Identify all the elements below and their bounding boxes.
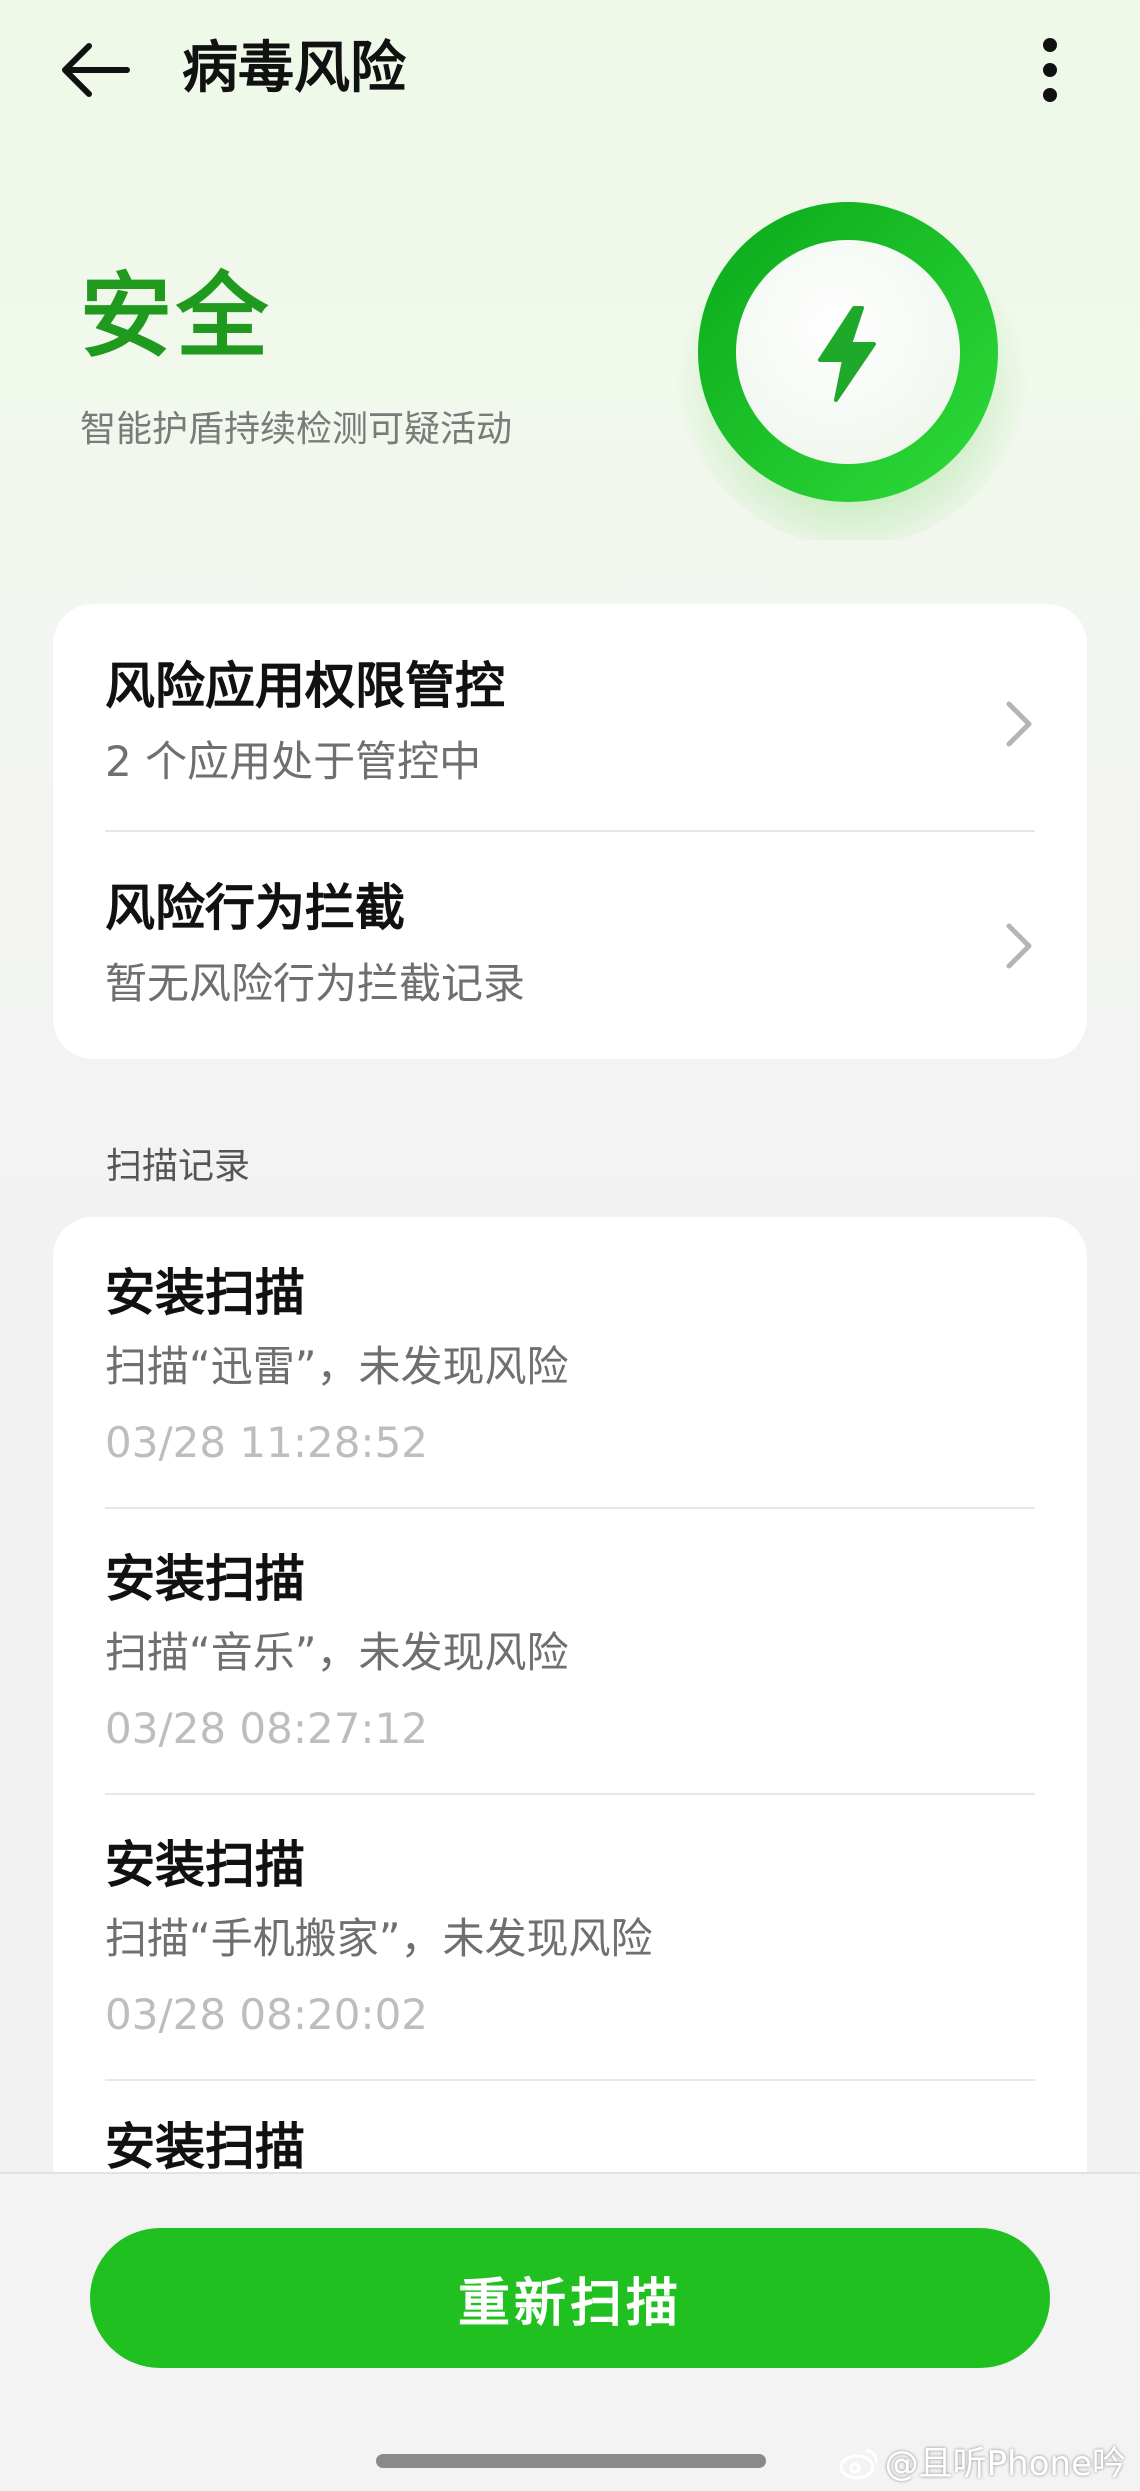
scan-record-title: 安装扫描 [105, 1264, 305, 1322]
risk-behavior-block-item[interactable]: 风险行为拦截 暂无风险行为拦截记录 [53, 826, 1087, 1048]
scan-record-time: 03/28 11:28:52 [105, 1418, 429, 1467]
scan-record-description: 扫描“手机搬家”，未发现风险 [105, 1914, 653, 1963]
protection-shield-graphic [672, 180, 1032, 546]
risk-item-title: 风险行为拦截 [105, 879, 405, 937]
risk-control-card: 风险应用权限管控 2 个应用处于管控中 风险行为拦截 暂无风险行为拦截记录 [53, 604, 1087, 1059]
risk-item-title: 风险应用权限管控 [105, 657, 505, 715]
scan-record-title: 安装扫描 [105, 1836, 305, 1894]
watermark: @且听Phone吟 [839, 2442, 1126, 2486]
more-options-button[interactable] [1010, 30, 1090, 110]
scan-record-title: 安装扫描 [105, 2118, 305, 2176]
back-arrow-icon [62, 43, 130, 97]
scan-record-time: 03/28 08:20:02 [105, 1990, 429, 2039]
security-status-title: 安全 [80, 263, 273, 370]
chevron-right-icon [1006, 923, 1032, 969]
chevron-right-icon [1006, 701, 1032, 747]
scan-record-time: 03/28 08:27:12 [105, 1704, 429, 1753]
scan-record-description: 扫描“音乐”，未发现风险 [105, 1628, 569, 1677]
rescan-button[interactable]: 重新扫描 [90, 2228, 1050, 2368]
bottom-action-bar: 重新扫描 @且听Phone吟 [0, 2172, 1140, 2491]
back-button[interactable] [50, 30, 140, 110]
scan-record-item[interactable]: 安装扫描 扫描“迅雷”，未发现风险 03/28 11:28:52 [53, 1217, 1087, 1503]
scan-record-item[interactable]: 安装扫描 扫描“音乐”，未发现风险 03/28 08:27:12 [53, 1503, 1087, 1789]
more-vertical-icon [1043, 38, 1057, 102]
home-indicator[interactable] [376, 2454, 766, 2468]
page-title: 病毒风险 [182, 36, 406, 101]
weibo-icon [839, 2449, 878, 2480]
scan-record-item[interactable]: 安装扫描 扫描“手机搬家”，未发现风险 03/28 08:20:02 [53, 1789, 1087, 2075]
risk-app-permission-item[interactable]: 风险应用权限管控 2 个应用处于管控中 [53, 604, 1087, 826]
watermark-text: @且听Phone吟 [884, 2444, 1126, 2484]
risk-item-subtitle: 暂无风险行为拦截记录 [105, 959, 526, 1008]
security-status-subtitle: 智能护盾持续检测可疑活动 [80, 409, 513, 450]
risk-item-subtitle: 2 个应用处于管控中 [105, 737, 482, 786]
top-app-bar: 病毒风险 [0, 0, 1140, 140]
scan-record-description: 扫描“迅雷”，未发现风险 [105, 1342, 569, 1391]
scan-record-title: 安装扫描 [105, 1550, 305, 1608]
scan-records-list: 安装扫描 扫描“迅雷”，未发现风险 03/28 11:28:52 安装扫描 扫描… [53, 1217, 1087, 2217]
scan-records-heading: 扫描记录 [106, 1146, 251, 1187]
